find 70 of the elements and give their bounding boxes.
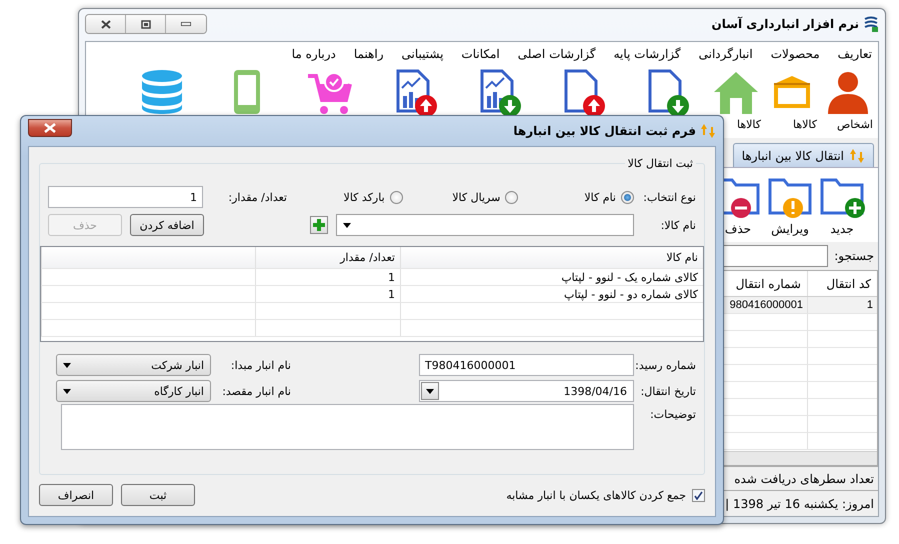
menu-item[interactable]: انبارگردانی (698, 47, 753, 61)
field-label: نام کالا: (660, 218, 696, 232)
dialog-button[interactable]: ثبت (121, 484, 195, 506)
column-header[interactable]: کد انتقال (807, 271, 877, 296)
menu-item[interactable]: پشتیبانی (402, 47, 444, 61)
toolbar-label: اشخاص (836, 118, 873, 131)
status-text: امروز: یکشنبه 16 تیر 1398 | (725, 496, 874, 510)
source-warehouse-dropdown[interactable]: انبار شرکت (56, 354, 211, 376)
caret-icon (426, 388, 434, 394)
destination-warehouse-dropdown[interactable]: انبار کارگاه (56, 380, 211, 402)
restore-icon (140, 20, 150, 28)
table-cell: 1 (807, 297, 877, 313)
caret-icon (343, 222, 351, 228)
toolbar-label: کالاها (736, 118, 761, 131)
checkbox-label: جمع کردن کالاهای یکسان با انبار مشابه (506, 488, 686, 502)
column-header[interactable]: نام کالا (400, 247, 703, 268)
field-label: تاریخ انتقال: (640, 384, 696, 398)
field-label: نام انبار مبدا: (230, 358, 291, 372)
caret-icon (63, 362, 71, 368)
menu-item[interactable]: گزارشات پایه (614, 47, 681, 61)
field-label: شماره رسید: (634, 358, 696, 372)
field-label: نام انبار مقصد: (221, 384, 291, 398)
swap-arrows-icon (849, 148, 865, 164)
checkbox[interactable] (692, 488, 705, 502)
menu-item[interactable]: امکانات (461, 47, 500, 61)
close-icon (44, 123, 56, 133)
check-icon (694, 490, 703, 500)
notes-field[interactable] (61, 404, 634, 450)
table-cell: کالای شماره دو - لنوو - لپتاپ (400, 286, 703, 302)
menu-item[interactable]: محصولات (770, 47, 820, 61)
toolbar-button[interactable]: ویرایش (766, 174, 814, 236)
restore-button[interactable] (126, 15, 166, 33)
dialog-title: فرم ثبت انتقال کالا بین انبارها (513, 124, 696, 138)
menu-item[interactable]: درباره ما (292, 47, 336, 61)
table-cell: کالای شماره یک - لنوو - لپتاپ (400, 269, 703, 285)
row-count-label: تعداد سطرهای دریافت شده (734, 472, 874, 486)
plus-icon (313, 219, 325, 231)
app-logo-icon (863, 16, 879, 32)
close-button[interactable] (28, 119, 72, 137)
product-dropdown[interactable] (336, 214, 634, 236)
quantity-field[interactable]: 1 (48, 186, 203, 208)
menu-item[interactable]: گزارشات اصلی (518, 47, 596, 61)
toolbar-button[interactable]: جدید (818, 174, 866, 236)
minimize-icon (181, 22, 191, 26)
radio-option[interactable]: سریال کالا (402, 190, 518, 204)
receipt-number-field[interactable]: T980416000001 (419, 354, 634, 376)
add-item-button[interactable] (310, 216, 328, 234)
table-cell: 1 (255, 286, 400, 302)
dialog-button[interactable]: انصراف (39, 484, 113, 506)
group-title: ثبت انتقال کالا (626, 157, 694, 170)
search-label: جستجو: (834, 249, 874, 263)
radio-option[interactable]: بارکد کالا (286, 190, 403, 204)
close-icon (100, 20, 110, 28)
date-field[interactable]: 1398/04/16 (419, 380, 634, 402)
menu-item[interactable]: تعاریف (838, 47, 872, 61)
column-header[interactable]: تعداد/ مقدار (255, 247, 400, 268)
swap-arrows-icon (700, 123, 716, 139)
field-label: نوع انتخاب: (642, 190, 696, 204)
menu-item[interactable]: راهنما (354, 47, 384, 61)
add-button[interactable]: اضافه کردن (130, 214, 204, 236)
date-picker-button[interactable] (421, 382, 439, 400)
caret-icon (63, 388, 71, 394)
field-label: تعداد/ مقدار: (227, 190, 287, 204)
table-cell: 1 (255, 269, 400, 285)
radio-option[interactable]: نام کالا (518, 190, 634, 204)
close-button[interactable] (86, 15, 126, 33)
window-title: نرم افزار انبارداری آسان (711, 17, 859, 31)
field-label: توضیحات: (649, 408, 696, 421)
tab[interactable]: انتقال کالا بین انبارها (732, 143, 874, 167)
toolbar-label: کالاها (792, 118, 817, 131)
